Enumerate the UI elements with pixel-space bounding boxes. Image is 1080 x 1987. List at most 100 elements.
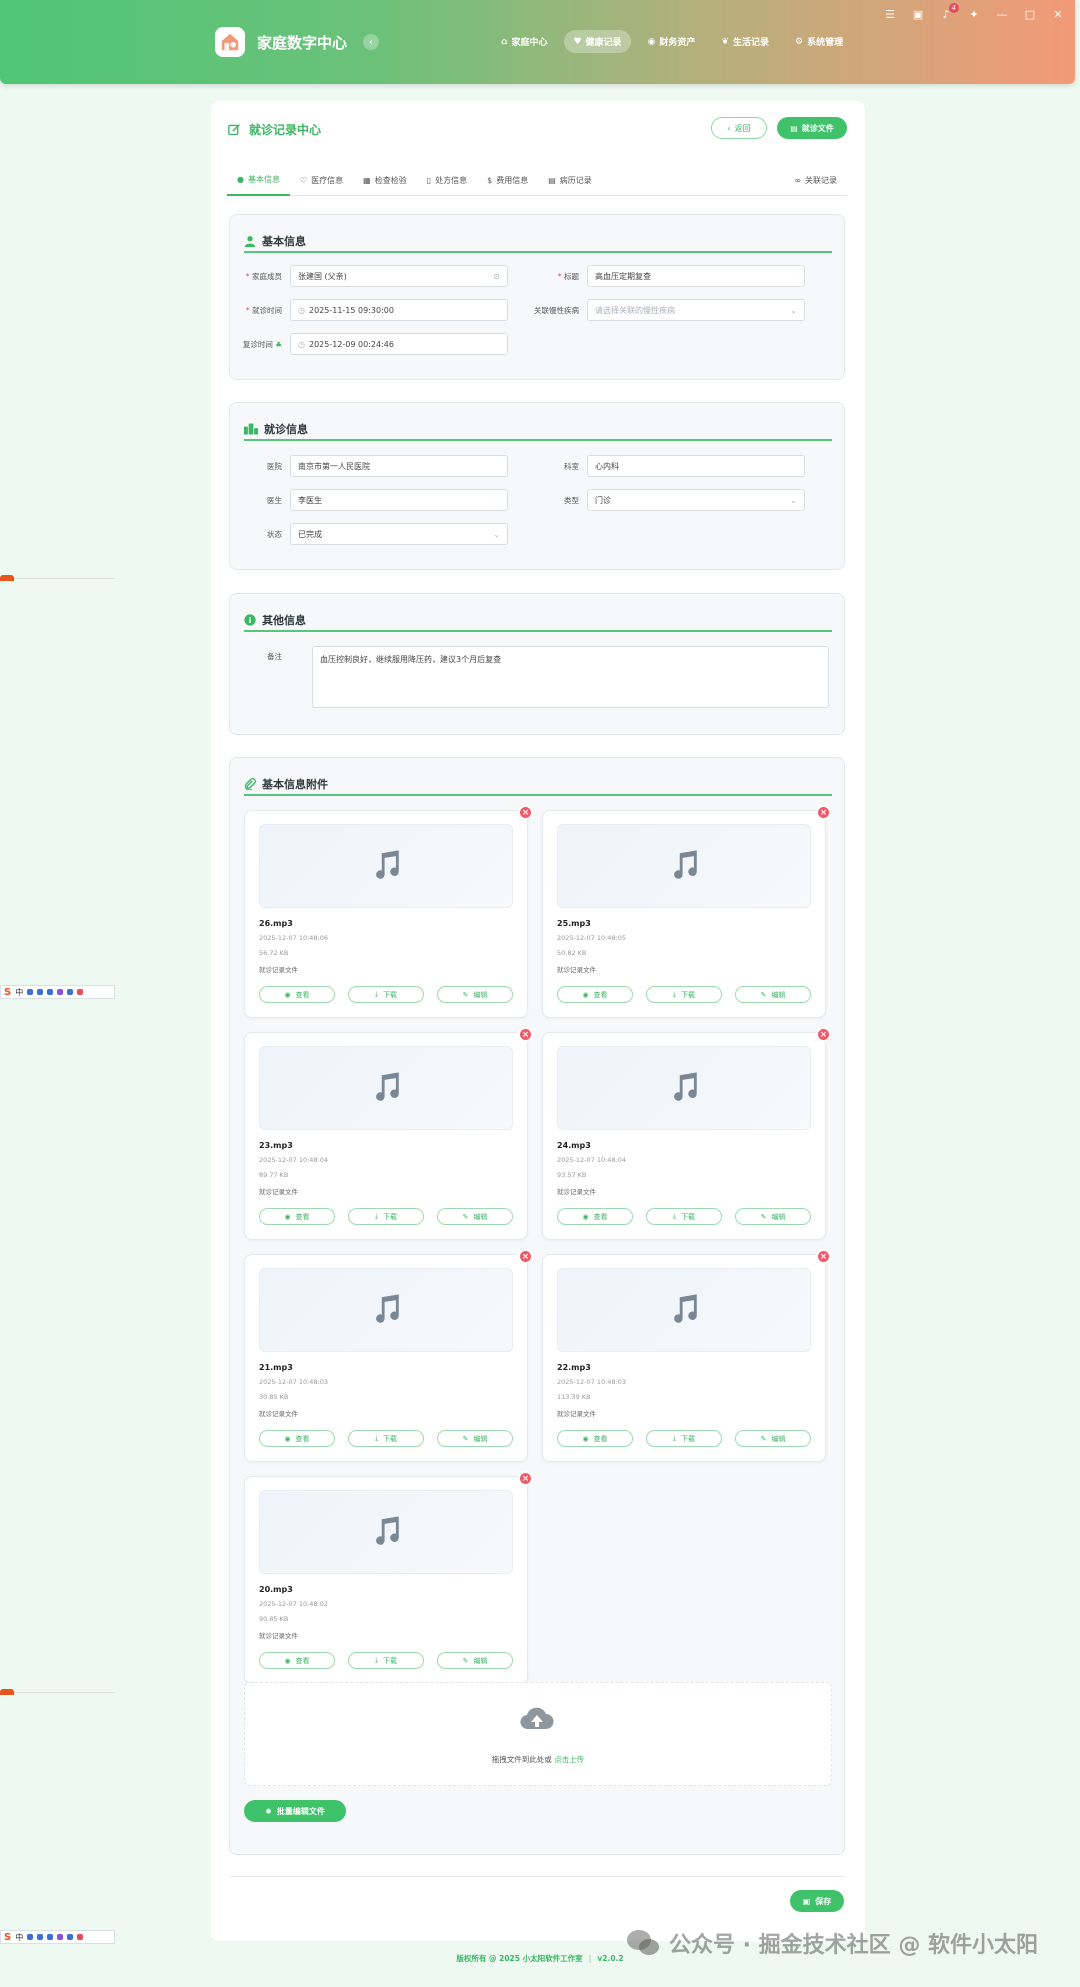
batch-edit-button[interactable]: ✹ 批量编辑文件 bbox=[244, 1800, 346, 1822]
note-textarea[interactable]: 血压控制良好，继续服用降压药，建议3个月后复查 bbox=[312, 646, 829, 708]
doctor-input[interactable]: 李医生 bbox=[290, 489, 508, 511]
music-note-icon bbox=[376, 1294, 399, 1323]
download-button[interactable]: ⤓ 下载 bbox=[348, 986, 424, 1003]
edit-button[interactable]: ✎ 编辑 bbox=[437, 1652, 513, 1669]
nav-health[interactable]: ♥ 健康记录 bbox=[564, 30, 631, 53]
edit-button[interactable]: ✎ 编辑 bbox=[437, 1208, 513, 1225]
attachment-card[interactable]: × 21.mp3 2025-12-07 10:48:03 30.85 KB 就诊… bbox=[244, 1249, 533, 1462]
download-button[interactable]: ⤓ 下载 bbox=[646, 986, 722, 1003]
download-button[interactable]: ⤓ 下载 bbox=[348, 1652, 424, 1669]
main-panel: 就诊记录中心 ‹ 返回 ▤ 就诊文件 ● 基本信息 ♡ 医疗信息 ▦ 检查检验 ▯ 处方… bbox=[211, 101, 865, 1941]
collapse-sidebar-button[interactable]: ‹ bbox=[363, 34, 380, 50]
tab-related[interactable]: ∞ 关联记录 bbox=[784, 166, 847, 196]
download-button[interactable]: ⤓ 下载 bbox=[348, 1430, 424, 1447]
ime-skin-icon[interactable] bbox=[57, 1934, 64, 1940]
tab-basic[interactable]: ● 基本信息 bbox=[227, 166, 290, 196]
view-button[interactable]: ◉ 查看 bbox=[557, 1430, 633, 1447]
delete-attachment-button[interactable]: × bbox=[816, 1249, 831, 1264]
attachment-thumbnail[interactable] bbox=[259, 824, 513, 908]
attachment-card[interactable]: × 20.mp3 2025-12-07 10:48:02 90.85 KB 就诊… bbox=[244, 1471, 533, 1684]
attachment-thumbnail[interactable] bbox=[259, 1046, 513, 1130]
view-button[interactable]: ◉ 查看 bbox=[557, 1208, 633, 1225]
ime-mic-icon[interactable] bbox=[37, 989, 44, 995]
nav-finance[interactable]: ◉ 财务资产 bbox=[639, 30, 705, 53]
ime-punct-icon[interactable] bbox=[27, 989, 34, 995]
view-button[interactable]: ◉ 查看 bbox=[259, 1652, 335, 1669]
nav-home[interactable]: ⌂ 家庭中心 bbox=[492, 30, 556, 53]
tab-exams[interactable]: ▦ 检查检验 bbox=[353, 166, 417, 196]
visit-time-picker[interactable]: ◷ 2025-11-15 09:30:00 bbox=[290, 299, 508, 321]
tab-prescription[interactable]: ▯ 处方信息 bbox=[417, 166, 477, 196]
status-select[interactable]: 已完成 ⌄ bbox=[290, 523, 508, 545]
edit-button[interactable]: ✎ 编辑 bbox=[437, 1430, 513, 1447]
download-button[interactable]: ⤓ 下载 bbox=[646, 1208, 722, 1225]
ime-toolbar[interactable]: S 中 bbox=[0, 1930, 115, 1944]
view-button[interactable]: ◉ 查看 bbox=[259, 1430, 335, 1447]
ime-keyboard-icon[interactable] bbox=[47, 989, 54, 995]
ime-toolbar[interactable]: S 中 bbox=[0, 985, 115, 999]
visit-files-button[interactable]: ▤ 就诊文件 bbox=[777, 117, 847, 139]
ime-more-icon[interactable] bbox=[77, 989, 84, 995]
ime-punct-icon[interactable] bbox=[27, 1934, 34, 1940]
ime-skin-icon[interactable] bbox=[57, 989, 64, 995]
ime-mic-icon[interactable] bbox=[37, 1934, 44, 1940]
bell-icon[interactable]: ♪ 4 bbox=[939, 3, 959, 21]
ime-lang[interactable]: 中 bbox=[15, 987, 23, 998]
delete-attachment-button[interactable]: × bbox=[518, 805, 533, 820]
attachment-card[interactable]: × 22.mp3 2025-12-07 10:48:03 113.39 KB 就… bbox=[542, 1249, 831, 1462]
download-button[interactable]: ⤓ 下载 bbox=[348, 1208, 424, 1225]
delete-attachment-button[interactable]: × bbox=[518, 1471, 533, 1486]
tab-cost[interactable]: $ 费用信息 bbox=[477, 166, 538, 196]
attachment-thumbnail[interactable] bbox=[259, 1268, 513, 1352]
ime-grid-icon[interactable] bbox=[67, 989, 74, 995]
followup-picker[interactable]: ◷ 2025-12-09 00:24:46 bbox=[290, 333, 508, 355]
ime-toolbar-collapsed[interactable] bbox=[0, 575, 115, 583]
upload-link[interactable]: 点击上传 bbox=[554, 1755, 584, 1764]
chronic-select[interactable]: 请选择关联的慢性疾病 ⌄ bbox=[587, 299, 805, 321]
ime-more-icon[interactable] bbox=[77, 1934, 84, 1940]
attachment-thumbnail[interactable] bbox=[259, 1490, 513, 1574]
tab-history[interactable]: ▤ 病历记录 bbox=[538, 166, 602, 196]
edit-button[interactable]: ✎ 编辑 bbox=[735, 986, 811, 1003]
attachment-thumbnail[interactable] bbox=[557, 1046, 811, 1130]
clear-icon[interactable]: ⊙ bbox=[493, 272, 500, 281]
edit-button[interactable]: ✎ 编辑 bbox=[437, 986, 513, 1003]
lock-icon[interactable]: ▣ bbox=[911, 8, 925, 21]
ime-keyboard-icon[interactable] bbox=[47, 1934, 54, 1940]
sliders-icon[interactable]: ☰ bbox=[883, 8, 897, 21]
save-button[interactable]: ▣ 保存 bbox=[790, 1890, 844, 1912]
type-select[interactable]: 门诊 ⌄ bbox=[587, 489, 805, 511]
title-input[interactable]: 高血压定期复查 bbox=[587, 265, 805, 287]
close-icon[interactable]: ✕ bbox=[1051, 8, 1065, 21]
view-button[interactable]: ◉ 查看 bbox=[557, 986, 633, 1003]
back-button[interactable]: ‹ 返回 bbox=[711, 117, 767, 139]
member-select[interactable]: 张建国 (父亲) ⊙ bbox=[290, 265, 508, 287]
view-button[interactable]: ◉ 查看 bbox=[259, 1208, 335, 1225]
upload-dropzone[interactable]: 拖拽文件到此处或 点击上传 bbox=[244, 1682, 832, 1786]
attachment-thumbnail[interactable] bbox=[557, 824, 811, 908]
delete-attachment-button[interactable]: × bbox=[816, 805, 831, 820]
ime-lang[interactable]: 中 bbox=[15, 1932, 23, 1943]
download-button[interactable]: ⤓ 下载 bbox=[646, 1430, 722, 1447]
minimize-icon[interactable]: — bbox=[995, 8, 1009, 21]
edit-button[interactable]: ✎ 编辑 bbox=[735, 1208, 811, 1225]
attachment-card[interactable]: × 23.mp3 2025-12-07 10:48:04 89.77 KB 就诊… bbox=[244, 1027, 533, 1240]
attachment-card[interactable]: × 25.mp3 2025-12-07 10:48:05 50.82 KB 就诊… bbox=[542, 805, 831, 1018]
delete-attachment-button[interactable]: × bbox=[518, 1249, 533, 1264]
dept-input[interactable]: 心内科 bbox=[587, 455, 805, 477]
delete-attachment-button[interactable]: × bbox=[518, 1027, 533, 1042]
hospital-input[interactable]: 南京市第一人民医院 bbox=[290, 455, 508, 477]
pin-icon[interactable]: ✦ bbox=[967, 8, 981, 21]
attachment-card[interactable]: × 26.mp3 2025-12-07 10:48:06 56.72 KB 就诊… bbox=[244, 805, 533, 1018]
attachment-card[interactable]: × 24.mp3 2025-12-07 10:48:04 93.57 KB 就诊… bbox=[542, 1027, 831, 1240]
view-button[interactable]: ◉ 查看 bbox=[259, 986, 335, 1003]
attachment-thumbnail[interactable] bbox=[557, 1268, 811, 1352]
maximize-icon[interactable]: □ bbox=[1023, 8, 1037, 21]
nav-system[interactable]: ⚙ 系统管理 bbox=[786, 30, 852, 53]
nav-life[interactable]: ❦ 生活记录 bbox=[712, 30, 778, 53]
delete-attachment-button[interactable]: × bbox=[816, 1027, 831, 1042]
edit-button[interactable]: ✎ 编辑 bbox=[735, 1430, 811, 1447]
ime-toolbar-collapsed[interactable] bbox=[0, 1689, 115, 1697]
ime-grid-icon[interactable] bbox=[67, 1934, 74, 1940]
tab-medical[interactable]: ♡ 医疗信息 bbox=[290, 166, 353, 196]
